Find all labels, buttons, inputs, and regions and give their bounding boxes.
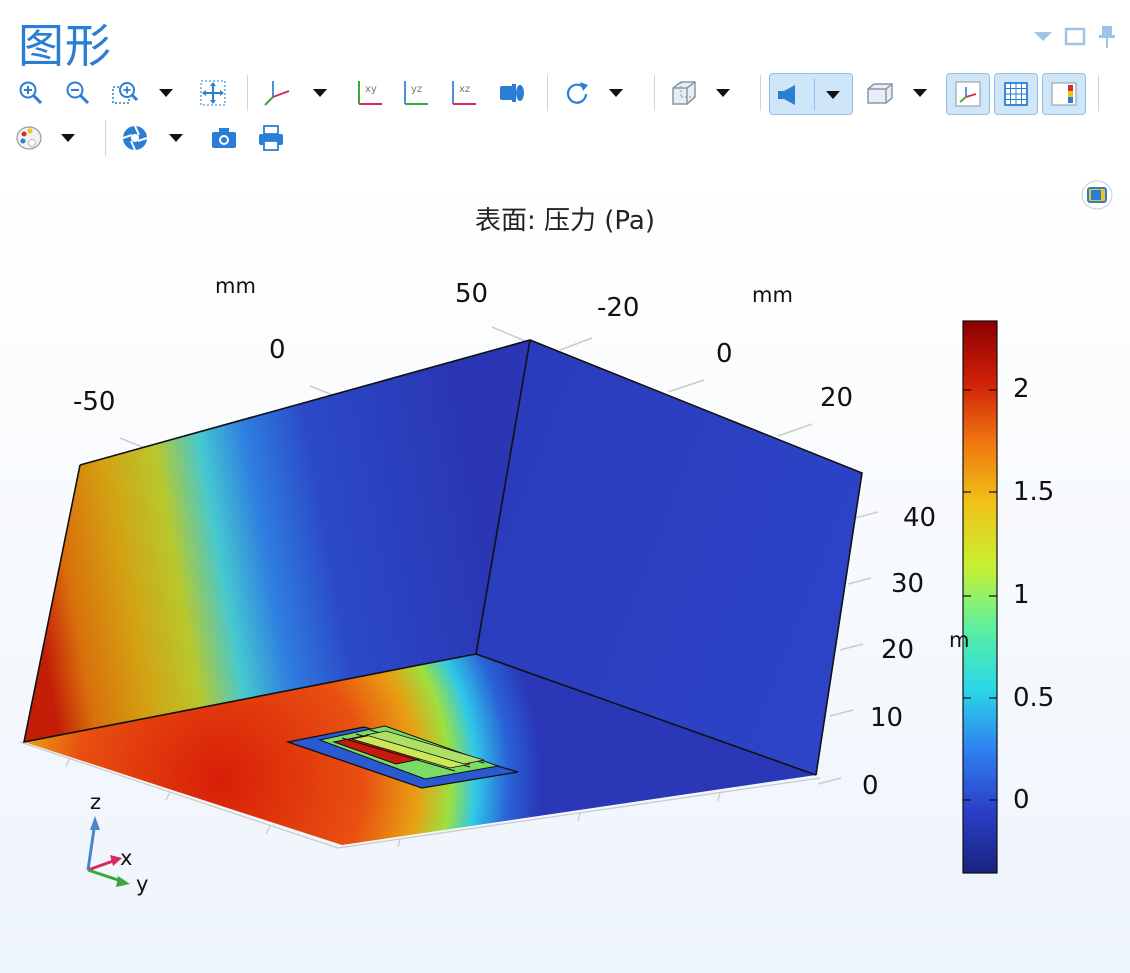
graphics-window: 图形 xy yz xz 表面: 压力 (Pa) mm -50 0 50 mm -…	[0, 0, 1130, 973]
z-tick-label: 10	[870, 703, 904, 733]
z-tick-label: 0	[862, 771, 879, 801]
z-tick-label: 20	[881, 635, 915, 665]
z-tick-label: 30	[891, 569, 925, 599]
plot-canvas[interactable]	[0, 0, 1130, 973]
z-axis-unit: m	[949, 628, 970, 652]
triad-y-label: y	[136, 872, 149, 896]
colorbar	[962, 320, 998, 874]
triad-z-label: z	[90, 790, 102, 814]
y-tick-label: 0	[716, 339, 733, 369]
colorbar-tick-label: 1	[1013, 580, 1030, 610]
y-axis-unit: mm	[752, 283, 793, 307]
colorbar-tick-label: 0	[1013, 785, 1030, 815]
x-tick-label: 0	[269, 335, 286, 365]
colorbar-tick-label: 0.5	[1013, 683, 1055, 713]
triad-x-label: x	[120, 846, 133, 870]
colorbar-tick-label: 2	[1013, 374, 1030, 404]
x-axis-unit: mm	[215, 274, 256, 298]
colorbar-tick-label: 1.5	[1013, 477, 1055, 507]
x-tick-label: -50	[73, 387, 116, 417]
z-tick-label: 40	[903, 503, 937, 533]
y-tick-label: -20	[597, 293, 640, 323]
y-tick-label: 20	[820, 383, 854, 413]
x-tick-label: 50	[455, 279, 489, 309]
